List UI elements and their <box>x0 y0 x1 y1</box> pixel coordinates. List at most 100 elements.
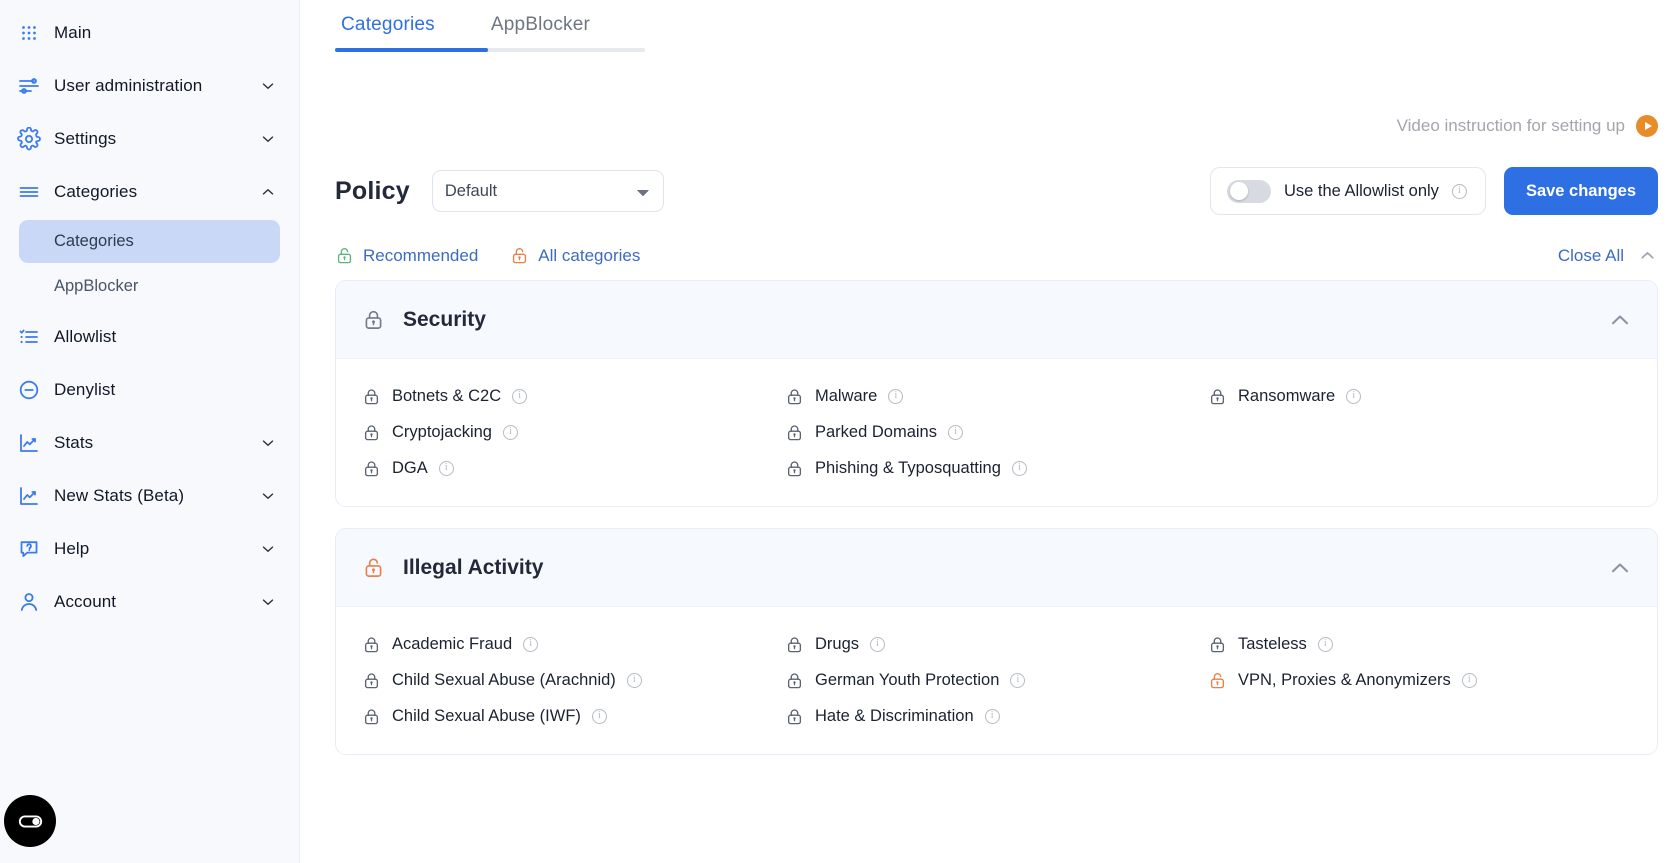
sidebar-item-stats[interactable]: Stats <box>0 416 299 469</box>
category-item[interactable]: Ransomware i <box>1208 385 1631 408</box>
lock-icon[interactable] <box>362 635 381 654</box>
info-icon[interactable]: i <box>1451 183 1467 199</box>
tab-appblocker[interactable]: AppBlocker <box>485 0 596 52</box>
category-item[interactable]: Hate & Discrimination i <box>785 705 1208 728</box>
category-item[interactable]: Drugs i <box>785 633 1208 656</box>
all-categories-link[interactable]: All categories <box>510 246 640 266</box>
info-icon[interactable]: i <box>502 425 518 440</box>
info-icon[interactable]: i <box>1317 637 1333 652</box>
cookie-consent-button[interactable] <box>4 795 56 847</box>
chevron-down-icon[interactable] <box>259 77 277 95</box>
category-item-label: DGA <box>392 459 428 477</box>
category-item-label: Tasteless <box>1238 635 1307 653</box>
sidebar-item-label: Categories <box>54 181 138 201</box>
lock-icon[interactable] <box>362 671 381 690</box>
lock-icon[interactable] <box>1208 387 1227 406</box>
sidebar-item-categories[interactable]: Categories <box>0 165 299 218</box>
category-item-label: VPN, Proxies & Anonymizers <box>1238 671 1451 689</box>
sidebar-item-label: Allowlist <box>54 326 117 346</box>
sidebar-subitem-categories[interactable]: Categories <box>19 220 280 263</box>
lock-icon[interactable] <box>785 423 804 442</box>
category-item[interactable]: Botnets & C2C i <box>362 385 785 408</box>
chevron-down-icon[interactable] <box>259 540 277 558</box>
section-body: Botnets & C2C i Malware i Ransomware i Cryptoj… <box>336 359 1657 506</box>
info-icon[interactable]: i <box>1461 673 1477 688</box>
category-item[interactable]: Malware i <box>785 385 1208 408</box>
info-icon[interactable]: i <box>438 461 454 476</box>
allowlist-only-toggle[interactable]: Use the Allowlist only i <box>1209 167 1486 215</box>
chevron-down-icon[interactable] <box>259 593 277 611</box>
chevron-up-icon <box>1641 252 1654 259</box>
info-icon[interactable]: i <box>947 425 963 440</box>
category-item[interactable]: Tasteless i <box>1208 633 1631 656</box>
sidebar-item-denylist[interactable]: Denylist <box>0 363 299 416</box>
lock-icon[interactable] <box>1208 635 1227 654</box>
allowlist-only-switch[interactable] <box>1226 179 1271 203</box>
lock-icon[interactable] <box>362 459 381 478</box>
info-icon[interactable]: i <box>1010 673 1026 688</box>
sliders-icon <box>16 73 42 99</box>
category-item[interactable]: Child Sexual Abuse (IWF) i <box>362 705 785 728</box>
category-item-label: Child Sexual Abuse (IWF) <box>392 707 581 725</box>
close-all-label: Close All <box>1557 245 1624 265</box>
info-icon[interactable]: i <box>870 637 886 652</box>
category-item[interactable]: Parked Domains i <box>785 421 1208 444</box>
category-item[interactable]: Child Sexual Abuse (Arachnid) i <box>362 669 785 692</box>
lock-icon[interactable] <box>785 387 804 406</box>
user-icon <box>16 589 42 615</box>
unlock-icon[interactable] <box>362 556 385 579</box>
section-title: Illegal Activity <box>403 555 544 579</box>
info-icon[interactable]: i <box>1346 389 1362 404</box>
info-icon[interactable]: i <box>523 637 539 652</box>
sidebar-item-user-administration[interactable]: User administration <box>0 59 299 112</box>
sidebar-item-main[interactable]: Main <box>0 6 299 59</box>
close-all-button[interactable]: Close All <box>1558 245 1658 266</box>
play-icon[interactable] <box>1636 115 1658 137</box>
info-icon[interactable]: i <box>1011 461 1027 476</box>
info-icon[interactable]: i <box>626 673 642 688</box>
policy-row: Policy Default Use the Allowlist only i … <box>300 167 1680 215</box>
section-header-illegal-activity[interactable]: Illegal Activity <box>336 529 1657 607</box>
category-item[interactable]: Academic Fraud i <box>362 633 785 656</box>
lock-icon[interactable] <box>785 459 804 478</box>
lock-icon[interactable] <box>362 387 381 406</box>
sidebar-item-account[interactable]: Account <box>0 575 299 628</box>
app-root: Main User administration Settings Categorie… <box>0 0 1680 863</box>
category-item[interactable]: German Youth Protection i <box>785 669 1208 692</box>
unlock-icon[interactable] <box>1208 671 1227 690</box>
section-header-security[interactable]: Security <box>336 281 1657 359</box>
sidebar: Main User administration Settings Categorie… <box>0 0 300 863</box>
chevron-up-icon[interactable] <box>1607 307 1633 333</box>
lock-icon[interactable] <box>785 635 804 654</box>
chevron-up-icon[interactable] <box>259 183 277 201</box>
category-item[interactable]: Phishing & Typosquatting i <box>785 457 1208 480</box>
sidebar-item-settings[interactable]: Settings <box>0 112 299 165</box>
lock-icon[interactable] <box>362 707 381 726</box>
chevron-down-icon[interactable] <box>259 434 277 452</box>
category-item[interactable]: VPN, Proxies & Anonymizers i <box>1208 669 1631 692</box>
category-item[interactable]: DGA i <box>362 457 785 480</box>
info-icon[interactable]: i <box>984 709 1000 724</box>
tab-categories[interactable]: Categories <box>335 0 441 52</box>
chevron-up-icon[interactable] <box>1607 555 1633 581</box>
sidebar-item-allowlist[interactable]: Allowlist <box>0 310 299 363</box>
sidebar-subitem-appblocker[interactable]: AppBlocker <box>19 265 280 308</box>
info-icon[interactable]: i <box>888 389 904 404</box>
policy-select[interactable]: Default <box>431 170 664 212</box>
recommended-link[interactable]: Recommended <box>335 246 478 266</box>
sidebar-item-help[interactable]: Help <box>0 522 299 575</box>
category-item[interactable]: Cryptojacking i <box>362 421 785 444</box>
info-icon[interactable]: i <box>591 709 607 724</box>
sidebar-item-new-stats-beta[interactable]: New Stats (Beta) <box>0 469 299 522</box>
lock-icon[interactable] <box>362 308 385 331</box>
chevron-down-icon[interactable] <box>259 130 277 148</box>
video-instruction-row[interactable]: Video instruction for setting up <box>300 115 1680 137</box>
sidebar-item-label: New Stats (Beta) <box>54 485 185 505</box>
lock-icon[interactable] <box>785 671 804 690</box>
category-item-label: Ransomware <box>1238 387 1336 405</box>
lock-icon[interactable] <box>362 423 381 442</box>
info-icon[interactable]: i <box>512 389 528 404</box>
chevron-down-icon[interactable] <box>259 487 277 505</box>
lock-icon[interactable] <box>785 707 804 726</box>
save-changes-button[interactable]: Save changes <box>1503 167 1658 215</box>
